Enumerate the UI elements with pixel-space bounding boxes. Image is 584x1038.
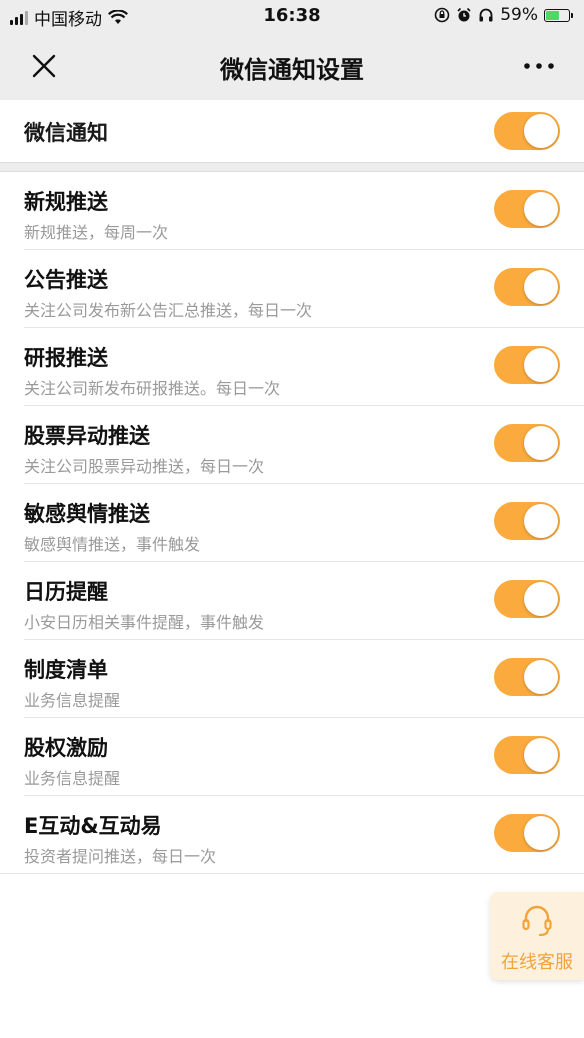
toggle-announcement[interactable] <box>494 268 560 306</box>
headphones-icon <box>479 8 493 22</box>
list-item-announcement: 公告推送 关注公司发布新公告汇总推送，每日一次 <box>0 250 584 328</box>
list-item-sentiment: 敏感舆情推送 敏感舆情推送，事件触发 <box>0 484 584 562</box>
list-item-policy: 制度清单 业务信息提醒 <box>0 640 584 718</box>
section-divider <box>0 162 584 172</box>
item-subtitle: 投资者提问推送，每日一次 <box>24 847 217 866</box>
status-right: 59% <box>434 5 573 25</box>
toggle-knob <box>524 426 558 460</box>
item-subtitle: 新规推送，每周一次 <box>24 223 169 242</box>
row-divider <box>0 873 584 874</box>
item-title: 新规推送 <box>24 190 108 214</box>
toggle-knob <box>524 738 558 772</box>
item-title: 研报推送 <box>24 346 108 370</box>
item-title: 敏感舆情推送 <box>24 502 150 526</box>
item-subtitle: 关注公司股票异动推送，每日一次 <box>24 457 265 476</box>
battery-icon <box>544 8 573 22</box>
list-item-xingui: 新规推送 新规推送，每周一次 <box>0 172 584 250</box>
more-icon[interactable] <box>522 52 556 80</box>
item-title: E互动&互动易 <box>24 814 162 838</box>
item-subtitle: 关注公司新发布研报推送。每日一次 <box>24 379 281 398</box>
toggle-stock-alert[interactable] <box>494 424 560 462</box>
rotation-lock-icon <box>434 7 450 23</box>
list-item-calendar: 日历提醒 小安日历相关事件提醒，事件触发 <box>0 562 584 640</box>
toggle-knob <box>524 582 558 616</box>
master-notification-toggle[interactable] <box>494 112 560 150</box>
headset-icon <box>522 905 552 937</box>
status-bar: 中国移动 16:38 59% <box>0 0 584 32</box>
item-subtitle: 敏感舆情推送，事件触发 <box>24 535 201 554</box>
item-subtitle: 业务信息提醒 <box>24 769 121 788</box>
toggle-xingui[interactable] <box>494 190 560 228</box>
toggle-equity[interactable] <box>494 736 560 774</box>
item-subtitle: 业务信息提醒 <box>24 691 121 710</box>
toggle-knob <box>524 114 558 148</box>
item-title: 公告推送 <box>24 268 108 292</box>
toggle-knob <box>524 504 558 538</box>
master-notification-row: 微信通知 <box>0 100 584 162</box>
item-title: 制度清单 <box>24 658 108 682</box>
toggle-research[interactable] <box>494 346 560 384</box>
online-service-label: 在线客服 <box>501 952 573 973</box>
item-title: 股票异动推送 <box>24 424 150 448</box>
list-item-stock-alert: 股票异动推送 关注公司股票异动推送，每日一次 <box>0 406 584 484</box>
toggle-interaction[interactable] <box>494 814 560 852</box>
toggle-knob <box>524 348 558 382</box>
battery-percent: 59% <box>500 5 538 25</box>
item-subtitle: 小安日历相关事件提醒，事件触发 <box>24 613 265 632</box>
alarm-icon <box>457 7 471 22</box>
toggle-knob <box>524 192 558 226</box>
item-title: 股权激励 <box>24 736 108 760</box>
toggle-sentiment[interactable] <box>494 502 560 540</box>
toggle-calendar[interactable] <box>494 580 560 618</box>
list-item-research: 研报推送 关注公司新发布研报推送。每日一次 <box>0 328 584 406</box>
nav-bar: 微信通知设置 <box>0 32 584 100</box>
master-notification-label: 微信通知 <box>24 121 108 145</box>
notification-list: 新规推送 新规推送，每周一次 公告推送 关注公司发布新公告汇总推送，每日一次 研… <box>0 172 584 874</box>
list-item-interaction: E互动&互动易 投资者提问推送，每日一次 <box>0 796 584 874</box>
online-service-button[interactable]: 在线客服 <box>490 892 584 980</box>
toggle-knob <box>524 816 558 850</box>
toggle-policy[interactable] <box>494 658 560 696</box>
page-title: 微信通知设置 <box>220 56 364 84</box>
list-item-equity: 股权激励 业务信息提醒 <box>0 718 584 796</box>
toggle-knob <box>524 660 558 694</box>
item-title: 日历提醒 <box>24 580 108 604</box>
toggle-knob <box>524 270 558 304</box>
item-subtitle: 关注公司发布新公告汇总推送，每日一次 <box>24 301 313 320</box>
